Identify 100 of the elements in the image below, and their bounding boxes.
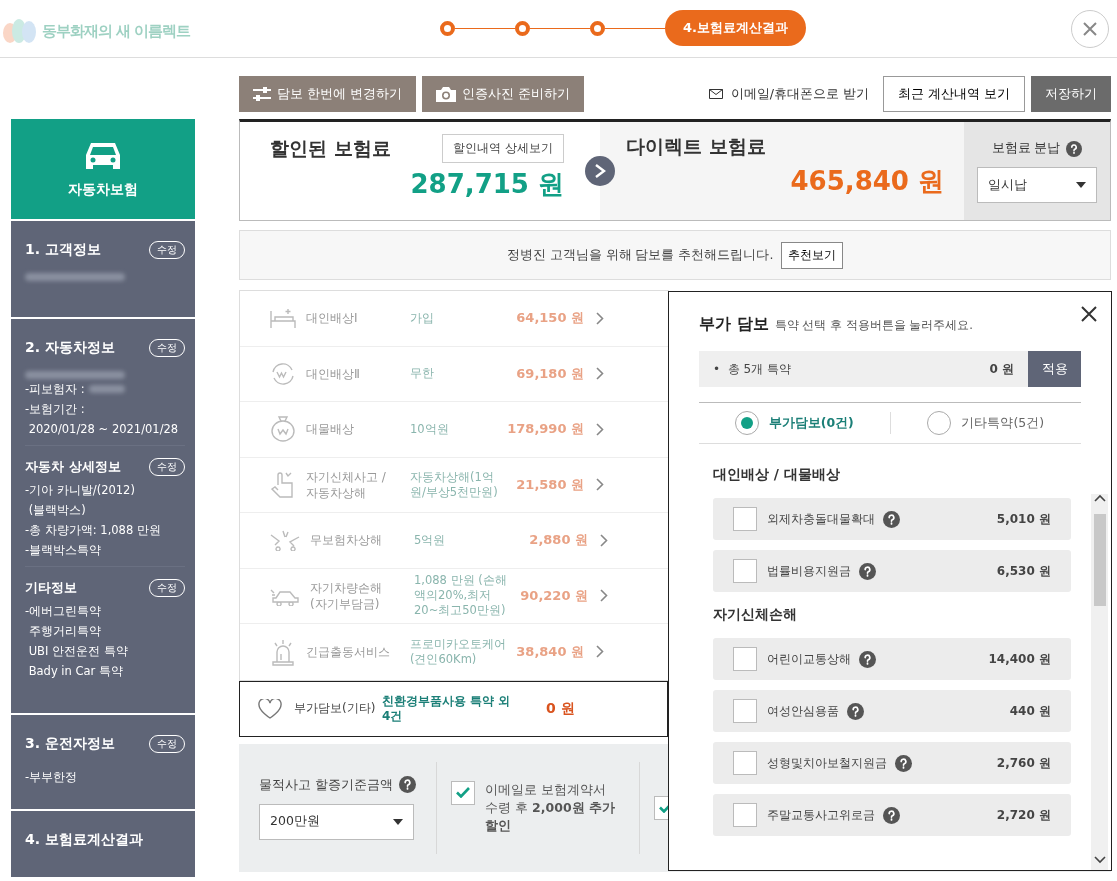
step-pill[interactable]: 4.보험료계산결과 [665,10,806,46]
caret-icon [393,818,403,825]
direct-title: 다이렉트 보험료 [626,134,767,159]
add-on-name: 외제차충돌대물확대 [767,510,875,528]
camera-icon [435,86,456,102]
sidebar-text: (블랙박스) [27,502,86,519]
add-on-item[interactable]: 성형및치아보철지원금 2,760 원 [713,742,1071,784]
checkbox[interactable] [733,751,757,775]
sidebar-text: -기아 카니발/(2012) [25,482,135,499]
toolbar-button[interactable]: 담보 한번에 변경하기 [239,76,416,112]
radio-tab[interactable]: 부가담보(0건) [699,412,891,434]
step-dot[interactable] [590,20,605,36]
add-on-item[interactable]: 법률비용지원금 6,530 원 [713,550,1071,592]
close-icon [1081,306,1097,322]
add-on-item[interactable]: 외제차충돌대물확대 5,010 원 [713,498,1071,540]
checkbox[interactable] [451,780,476,805]
extra-name: 부가담보(기타) [294,700,377,717]
extra-price: 0 원 [546,699,575,718]
coverage-value: 10억원 [410,421,450,437]
sliders-icon [253,87,271,101]
add-on-price: 2,720 원 [996,806,1051,824]
sidebar-text: -총 차량가액: 1,088 만원 [25,522,161,539]
sidebar-text: -보험기간 : [25,401,85,418]
coverage-value: 1,088 만원 (손해액의20%,최저20~최고50만원) [414,573,508,619]
scroll-down-icon[interactable] [1093,856,1106,864]
checkbox[interactable] [733,699,757,723]
sidebar-text: 주행거리특약 [27,623,101,640]
step-dot[interactable] [515,20,530,36]
installment-select[interactable]: 일시납 [977,167,1097,203]
sidebar-text: 2020/01/28 ~ 2021/01/28 [27,421,179,438]
coverage-price: 2,880 원 [528,531,588,550]
chevron-icon [596,367,604,381]
close-button[interactable] [1081,306,1097,322]
total-amount: 0 원 [989,360,1014,378]
sidebar-text: Bady in Car 특약 [27,663,123,680]
help-icon[interactable] [859,562,876,580]
popup-title: 부가 담보 [699,314,769,335]
coverage-name: 대인배상Ⅰ [306,310,359,327]
help-icon[interactable] [883,806,900,824]
sidebar-text: -피보험자 : [25,381,85,398]
discount-amount: 287,715 원 [410,168,564,201]
toolbar-button[interactable]: 인증사진 준비하기 [421,76,584,112]
coverage-name: 무보험차상해 [310,532,383,549]
section-title: 2. 자동차정보 [25,339,115,357]
redacted-text [88,385,125,393]
direct-amount: 465,840 원 [790,165,944,198]
add-on-price: 6,530 원 [996,562,1051,580]
surcharge-select[interactable]: 200만원 [259,803,414,840]
add-on-item[interactable]: 여성안심용품 440 원 [713,690,1071,732]
chevron-icon [596,645,604,659]
logo-text: 동부화재의 새 이름렉트 [42,21,191,41]
coverage-name: 자기차량손해 (자기부담금) [310,579,383,612]
apply-button[interactable]: 적용 [1028,351,1081,387]
sidebar-text: -블랙박스특약 [25,542,102,559]
chevron-icon [596,422,604,436]
extra-value: 친환경부품사용 특약 외 4건 [382,693,512,724]
help-icon[interactable] [847,702,864,720]
scroll-up-icon[interactable] [1093,494,1106,502]
checkbox[interactable] [733,647,757,671]
add-on-name: 여성안심용품 [767,702,839,720]
discount-detail-button[interactable]: 할인내역 상세보기 [442,134,564,163]
coverage-name: 대물배상 [306,421,355,438]
car-crash-icon [270,529,300,552]
add-on-item[interactable]: 주말교통사고위로금 2,720 원 [713,794,1071,836]
sidebar-text: -에버그린특약 [25,603,102,620]
installment-label: 보험료 분납 [991,140,1061,157]
history-button[interactable]: 최근 계산내역 보기 [883,76,1025,112]
step-dot[interactable] [440,20,455,36]
save-button[interactable]: 저장하기 [1031,76,1111,112]
checkbox[interactable] [733,507,757,531]
coverage-name: 대인배상Ⅱ [306,365,361,382]
heart-icon [258,698,282,719]
add-on-price: 5,010 원 [996,510,1051,528]
add-on-price: 2,760 원 [996,754,1051,772]
checkbox[interactable] [733,559,757,583]
coverage-value: 프로미카오토케어(견인60Km) [410,636,506,667]
chevron-icon [596,311,604,325]
radio-tab[interactable]: 기타특약(5건) [890,412,1081,434]
section-title: 3. 운전자정보 [25,735,115,753]
help-icon[interactable] [859,650,876,668]
recommend-button[interactable]: 추천보기 [781,241,844,269]
coverage-name: 긴급출동서비스 [306,643,391,660]
email-link[interactable]: 이메일/휴대폰으로 받기 [708,85,870,103]
help-icon[interactable] [883,510,900,528]
help-icon[interactable] [399,776,417,793]
subsection-title: 기타정보 [25,579,77,597]
recommend-text: 정병진 고객님을 위해 담보를 추천해드립니다. [506,246,774,264]
add-on-item[interactable]: 어린이교통상해 14,400 원 [713,638,1071,680]
scrollbar[interactable] [1091,494,1108,870]
chevron-icon [600,533,608,547]
coverage-price: 64,150 원 [515,309,584,328]
mail-icon [708,89,723,99]
coverage-price: 38,840 원 [515,642,584,661]
chevron-icon [596,478,604,492]
checkbox[interactable] [733,803,757,827]
refresh-icon [270,361,296,386]
coverage-value: 5억원 [414,532,447,548]
help-icon[interactable] [895,754,912,772]
help-icon[interactable] [1066,140,1083,157]
scroll-thumb[interactable] [1093,514,1106,606]
